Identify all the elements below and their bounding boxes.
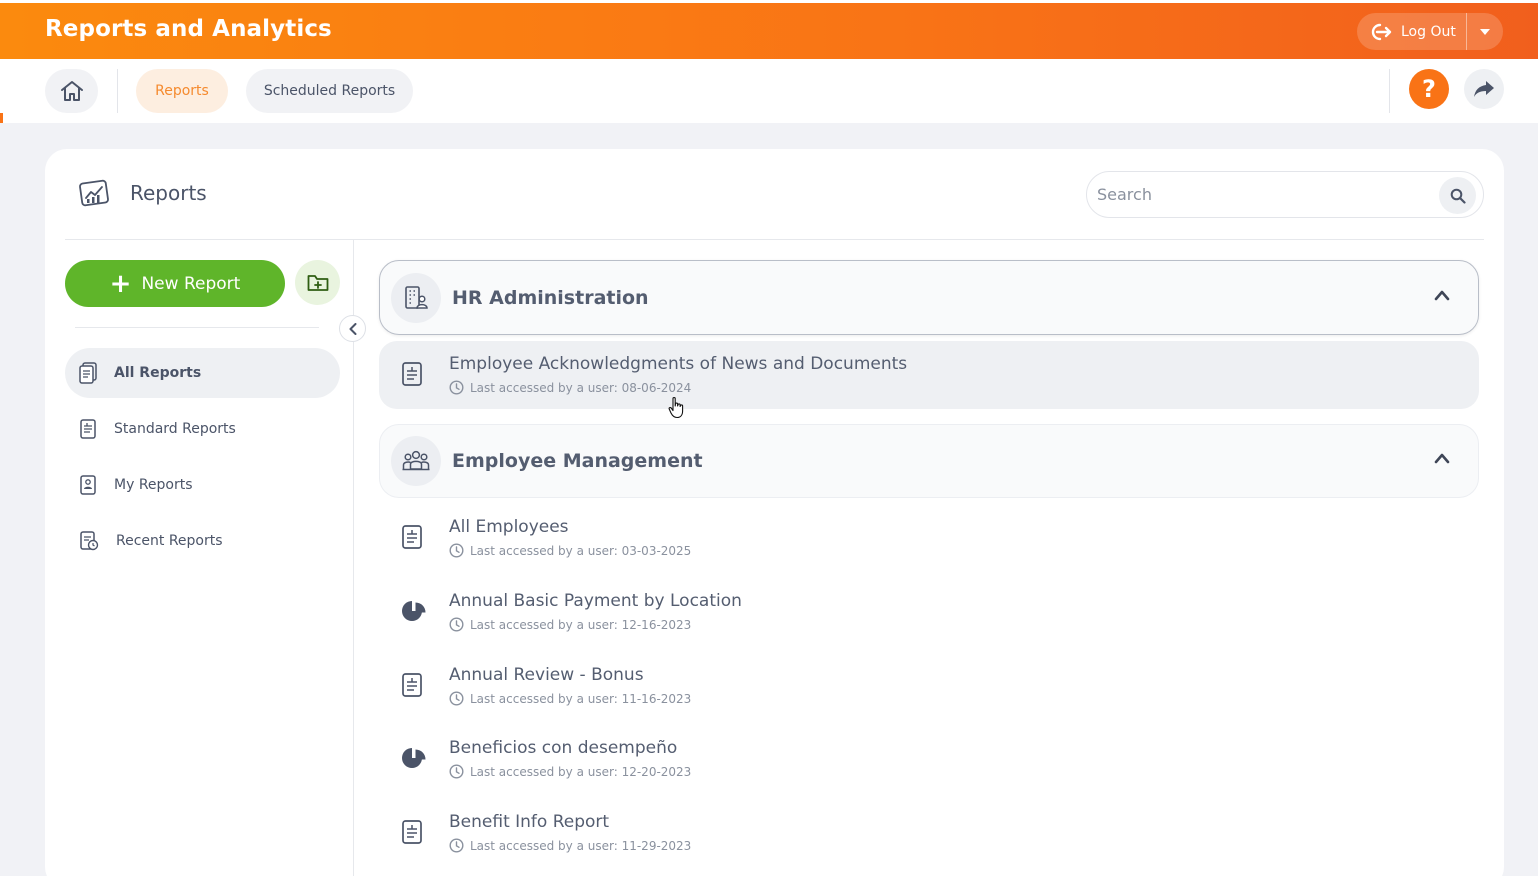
tab-scheduled-reports[interactable]: Scheduled Reports (246, 69, 413, 113)
all-reports-icon (79, 362, 97, 384)
group-icon-circle (391, 436, 441, 486)
home-icon (60, 81, 83, 101)
sidebar-item-standard-reports[interactable]: Standard Reports (65, 404, 340, 454)
document-icon (402, 820, 422, 844)
group-icon-circle (391, 272, 441, 323)
last-accessed-text: Last accessed by a user: 11-16-2023 (470, 691, 692, 706)
tab-reports[interactable]: Reports (136, 69, 228, 113)
pie-chart-icon (402, 601, 426, 621)
report-row[interactable]: Benefit Info Report Last accessed by a u… (379, 799, 1479, 867)
sidebar-item-recent-reports[interactable]: Recent Reports (65, 516, 340, 566)
app-header: Reports and Analytics Log Out (0, 0, 1538, 59)
search-icon (1450, 188, 1466, 204)
report-name[interactable]: Employee Acknowledgments of News and Doc… (449, 354, 907, 374)
search-button[interactable] (1439, 177, 1476, 214)
sidebar-item-label: All Reports (114, 365, 202, 381)
report-name[interactable]: All Employees (449, 517, 569, 537)
help-button[interactable]: ? (1409, 69, 1449, 109)
divider (75, 327, 319, 328)
last-accessed-text: Last accessed by a user: 11-29-2023 (470, 838, 692, 853)
report-last-accessed: Last accessed by a user: 11-16-2023 (449, 691, 691, 706)
group-title: HR Administration (452, 286, 649, 309)
report-last-accessed: Last accessed by a user: 08-06-2024 (449, 380, 691, 395)
reports-chart-icon (79, 179, 109, 207)
logout-icon (1371, 23, 1392, 40)
document-icon (402, 362, 422, 386)
last-accessed-text: Last accessed by a user: 03-03-2025 (470, 543, 692, 558)
sidebar-item-my-reports[interactable]: My Reports (65, 460, 340, 510)
report-row[interactable]: Annual Basic Payment by Location Last ac… (379, 578, 1479, 646)
report-name[interactable]: Benefit Info Report (449, 812, 609, 832)
sidebar-item-all-reports[interactable]: All Reports (65, 348, 340, 398)
chevron-left-icon (349, 322, 356, 335)
app-title: Reports and Analytics (45, 16, 332, 42)
new-folder-button[interactable] (295, 260, 340, 305)
nav-divider (117, 69, 118, 113)
account-menu-dropdown[interactable] (1467, 13, 1503, 50)
user-document-icon (80, 475, 96, 495)
logout-button[interactable]: Log Out (1357, 13, 1466, 50)
report-name[interactable]: Beneficios con desempeño (449, 738, 677, 758)
sidebar-item-label: Recent Reports (116, 533, 223, 549)
report-row[interactable]: Annual Review - Bonus Last accessed by a… (379, 652, 1479, 720)
report-last-accessed: Last accessed by a user: 03-03-2025 (449, 543, 691, 558)
people-group-icon (402, 450, 430, 471)
nav-bar: Reports Scheduled Reports ? (0, 59, 1538, 123)
building-user-icon (405, 285, 428, 309)
logout-button-group: Log Out (1357, 13, 1503, 50)
sidebar-item-label: Standard Reports (114, 421, 236, 437)
folder-add-icon (307, 274, 328, 291)
group-header-hr-administration[interactable]: HR Administration (379, 260, 1479, 335)
logout-label: Log Out (1401, 23, 1456, 40)
last-accessed-text: Last accessed by a user: 12-16-2023 (470, 617, 692, 632)
search-box (1086, 171, 1484, 218)
clock-icon (449, 543, 464, 558)
pie-chart-icon (402, 748, 426, 768)
document-icon (80, 419, 96, 439)
caret-down-icon (1480, 28, 1490, 35)
report-last-accessed: Last accessed by a user: 12-16-2023 (449, 617, 691, 632)
new-report-button[interactable]: + New Report (65, 260, 285, 307)
nav-divider (1389, 69, 1390, 113)
chevron-up-icon[interactable] (1434, 452, 1450, 464)
group-header-employee-management[interactable]: Employee Management (379, 424, 1479, 498)
collapse-sidebar-button[interactable] (339, 315, 366, 342)
home-button[interactable] (45, 69, 98, 113)
report-row[interactable]: All Employees Last accessed by a user: 0… (379, 504, 1479, 572)
sidebar-item-label: My Reports (114, 477, 193, 493)
group-title: Employee Management (452, 450, 703, 472)
clock-icon (449, 617, 464, 632)
report-last-accessed: Last accessed by a user: 12-20-2023 (449, 764, 691, 779)
document-icon (402, 673, 422, 697)
recent-document-icon (80, 531, 99, 551)
clock-icon (449, 764, 464, 779)
last-accessed-text: Last accessed by a user: 12-20-2023 (470, 764, 692, 779)
report-name[interactable]: Annual Basic Payment by Location (449, 591, 742, 611)
accent-marker (0, 113, 3, 123)
divider (65, 239, 1484, 240)
report-row[interactable]: Employee Acknowledgments of News and Doc… (379, 341, 1479, 409)
new-report-label: New Report (141, 273, 241, 294)
reports-card: Reports + New Report All Re (45, 149, 1504, 876)
report-name[interactable]: Annual Review - Bonus (449, 665, 644, 685)
search-input[interactable] (1097, 178, 1427, 211)
document-icon (402, 525, 422, 549)
clock-icon (449, 380, 464, 395)
chevron-up-icon[interactable] (1434, 289, 1450, 301)
plus-icon: + (109, 268, 132, 299)
report-row[interactable]: Beneficios con desempeño Last accessed b… (379, 725, 1479, 793)
hand-cursor-icon (668, 396, 684, 419)
share-icon (1474, 81, 1494, 97)
page-title: Reports (130, 181, 207, 205)
clock-icon (449, 838, 464, 853)
last-accessed-text: Last accessed by a user: 08-06-2024 (470, 380, 692, 395)
report-last-accessed: Last accessed by a user: 11-29-2023 (449, 838, 691, 853)
clock-icon (449, 691, 464, 706)
share-button[interactable] (1464, 69, 1504, 109)
